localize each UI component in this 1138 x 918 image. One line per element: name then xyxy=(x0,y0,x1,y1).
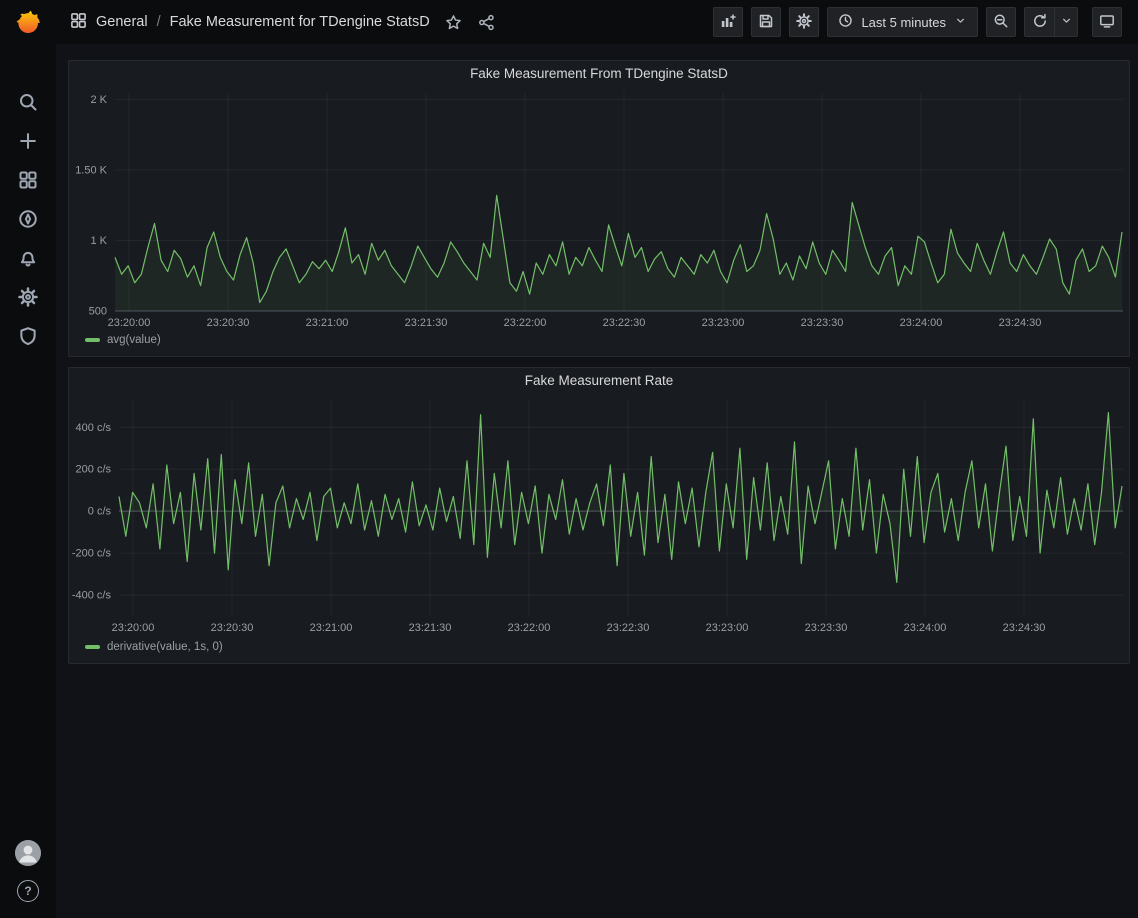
y-tick-label: 1.50 K xyxy=(75,164,107,176)
y-tick-label: 400 c/s xyxy=(76,422,112,434)
x-tick-label: 23:24:00 xyxy=(904,622,947,634)
x-tick-label: 23:20:30 xyxy=(207,317,250,329)
share-icon[interactable] xyxy=(478,14,495,31)
gear-icon xyxy=(796,13,812,32)
x-tick-label: 23:22:30 xyxy=(607,622,650,634)
top-navbar: General / Fake Measurement for TDengine … xyxy=(56,0,1138,44)
x-tick-label: 23:21:30 xyxy=(405,317,448,329)
plus-icon xyxy=(18,131,38,156)
x-tick-label: 23:21:00 xyxy=(310,622,353,634)
save-icon xyxy=(758,13,774,32)
bell-icon xyxy=(18,248,38,273)
clock-icon xyxy=(838,13,853,31)
breadcrumb: General / Fake Measurement for TDengine … xyxy=(70,12,430,33)
x-tick-label: 23:22:00 xyxy=(508,622,551,634)
x-tick-label: 23:23:30 xyxy=(805,622,848,634)
star-icon[interactable] xyxy=(445,14,462,31)
legend-label[interactable]: avg(value) xyxy=(107,334,161,346)
zoom-out-time-button[interactable] xyxy=(986,7,1016,37)
y-tick-label: 200 c/s xyxy=(76,464,112,476)
grafana-logo[interactable] xyxy=(13,7,43,37)
y-tick-label: 2 K xyxy=(90,94,107,106)
panel-fake-measurement-rate: Fake Measurement Rate 23:20:0023:20:3023… xyxy=(68,367,1130,664)
help-icon[interactable]: ? xyxy=(17,880,39,902)
compass-icon xyxy=(18,209,38,234)
time-range-picker[interactable]: Last 5 minutes xyxy=(827,7,978,37)
panel-title[interactable]: Fake Measurement Rate xyxy=(69,368,1129,392)
sidebar-item-server-admin[interactable] xyxy=(16,326,40,350)
chart-legend: derivative(value, 1s, 0) xyxy=(69,641,1129,653)
y-tick-label: -200 c/s xyxy=(72,548,112,560)
save-dashboard-button[interactable] xyxy=(751,7,781,37)
shield-icon xyxy=(18,326,38,351)
chart-legend: avg(value) xyxy=(69,334,1129,346)
x-tick-label: 23:23:00 xyxy=(706,622,749,634)
refresh-icon xyxy=(1032,13,1048,32)
x-tick-label: 23:22:00 xyxy=(504,317,547,329)
navbar-actions: Last 5 minutes xyxy=(713,7,1122,37)
apps-grid-icon xyxy=(70,12,87,33)
sidebar-menu xyxy=(0,92,56,350)
x-tick-label: 23:24:30 xyxy=(999,317,1042,329)
sidebar-item-configuration[interactable] xyxy=(16,287,40,311)
gear-icon xyxy=(18,287,38,312)
y-tick-label: 500 xyxy=(89,306,107,318)
dashboard-title[interactable]: Fake Measurement for TDengine StatsD xyxy=(170,14,430,30)
breadcrumb-folder[interactable]: General xyxy=(96,14,148,30)
breadcrumb-separator: / xyxy=(157,14,161,30)
legend-swatch xyxy=(85,338,100,342)
x-tick-label: 23:23:30 xyxy=(801,317,844,329)
search-icon xyxy=(18,92,38,117)
add-panel-icon xyxy=(720,13,736,32)
dashboard-settings-button[interactable] xyxy=(789,7,819,37)
y-tick-label: 0 c/s xyxy=(88,506,112,518)
kiosk-mode-button[interactable] xyxy=(1092,7,1122,37)
panel-title[interactable]: Fake Measurement From TDengine StatsD xyxy=(69,61,1129,85)
x-tick-label: 23:22:30 xyxy=(603,317,646,329)
help-glyph: ? xyxy=(24,884,31,898)
legend-swatch xyxy=(85,645,100,649)
panel-fake-measurement: Fake Measurement From TDengine StatsD 23… xyxy=(68,60,1130,357)
tv-monitor-icon xyxy=(1099,13,1115,32)
refresh-button-group xyxy=(1024,7,1078,37)
dashboards-grid-icon xyxy=(18,170,38,195)
dashboard-quick-actions xyxy=(445,14,495,31)
sidebar-item-dashboards[interactable] xyxy=(16,170,40,194)
time-series-chart[interactable]: 23:20:00 23:20:30 23:21:00 23:21:30 23:22:00… xyxy=(69,392,1127,638)
sidebar-bottom: ? xyxy=(0,840,56,902)
x-tick-label: 23:23:00 xyxy=(702,317,745,329)
x-tick-label: 23:24:30 xyxy=(1003,622,1046,634)
x-tick-label: 23:20:00 xyxy=(112,622,155,634)
y-tick-label: -400 c/s xyxy=(72,590,112,602)
time-range-label: Last 5 minutes xyxy=(861,15,946,30)
x-tick-label: 23:20:30 xyxy=(211,622,254,634)
y-tick-label: 1 K xyxy=(90,235,107,247)
sidebar-item-alerting[interactable] xyxy=(16,248,40,272)
series-area xyxy=(115,195,1122,311)
sidebar-item-search[interactable] xyxy=(16,92,40,116)
chevron-down-icon xyxy=(954,14,967,30)
x-tick-label: 23:21:00 xyxy=(306,317,349,329)
sidebar-item-explore[interactable] xyxy=(16,209,40,233)
sidebar: ? xyxy=(0,0,56,918)
x-tick-label: 23:20:00 xyxy=(108,317,151,329)
legend-label[interactable]: derivative(value, 1s, 0) xyxy=(107,641,223,653)
add-panel-button[interactable] xyxy=(713,7,743,37)
time-series-chart[interactable]: 23:20:00 23:20:30 23:21:00 23:21:30 23:22:00… xyxy=(69,85,1127,331)
chevron-down-icon xyxy=(1060,14,1073,30)
user-avatar[interactable] xyxy=(15,840,41,866)
x-tick-label: 23:24:00 xyxy=(900,317,943,329)
x-tick-label: 23:21:30 xyxy=(409,622,452,634)
refresh-interval-dropdown[interactable] xyxy=(1054,7,1078,37)
sidebar-item-create[interactable] xyxy=(16,131,40,155)
zoom-out-icon xyxy=(993,13,1009,32)
refresh-button[interactable] xyxy=(1024,7,1054,37)
